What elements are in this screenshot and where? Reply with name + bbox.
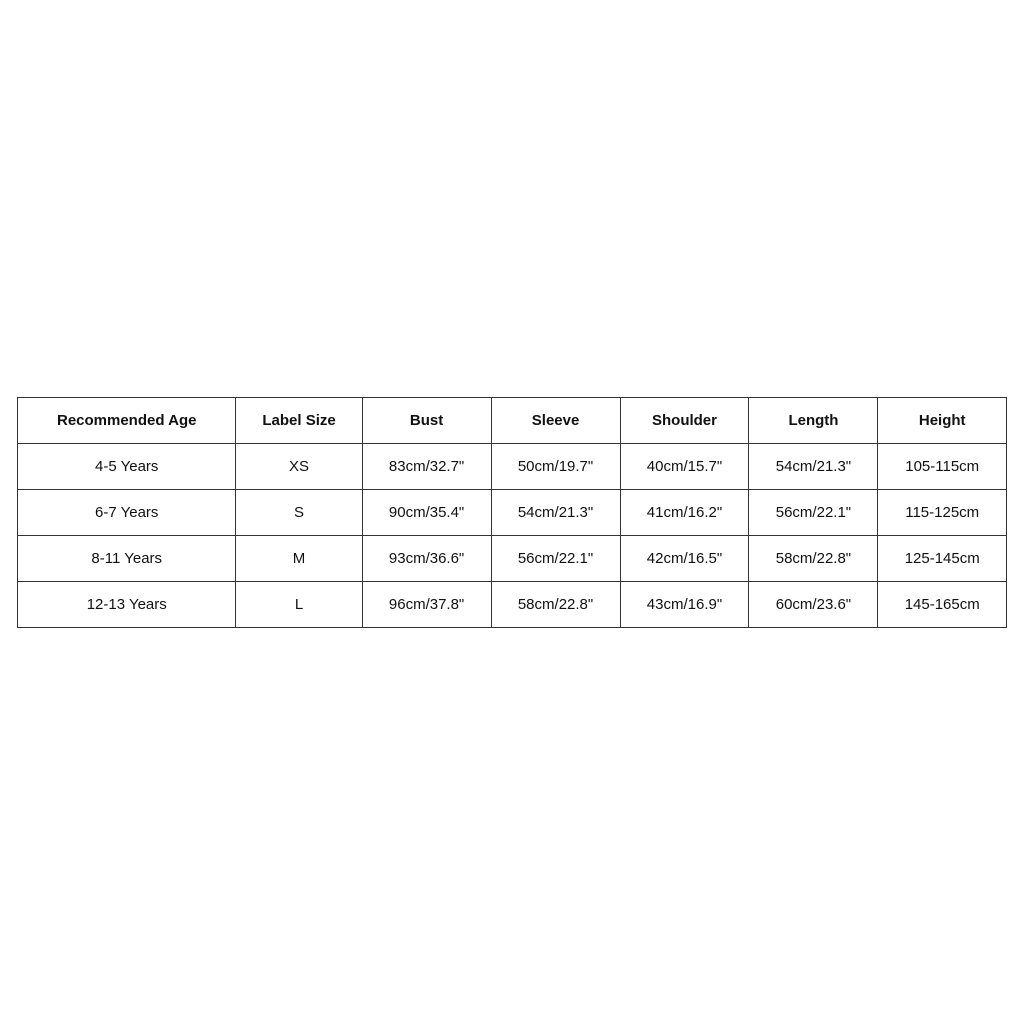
cell-age: 6-7 Years <box>18 489 236 535</box>
cell-label-size: L <box>236 581 362 627</box>
cell-shoulder: 42cm/16.5" <box>620 535 749 581</box>
cell-shoulder: 43cm/16.9" <box>620 581 749 627</box>
cell-sleeve: 50cm/19.7" <box>491 443 620 489</box>
cell-length: 60cm/23.6" <box>749 581 878 627</box>
cell-bust: 90cm/35.4" <box>362 489 491 535</box>
table-row: 8-11 YearsM93cm/36.6"56cm/22.1"42cm/16.5… <box>18 535 1007 581</box>
cell-bust: 93cm/36.6" <box>362 535 491 581</box>
header-height: Height <box>878 397 1007 443</box>
cell-age: 12-13 Years <box>18 581 236 627</box>
cell-sleeve: 56cm/22.1" <box>491 535 620 581</box>
size-chart-table: Recommended Age Label Size Bust Sleeve S… <box>17 397 1007 628</box>
size-chart-container: Recommended Age Label Size Bust Sleeve S… <box>17 397 1007 628</box>
header-sleeve: Sleeve <box>491 397 620 443</box>
cell-shoulder: 41cm/16.2" <box>620 489 749 535</box>
header-recommended-age: Recommended Age <box>18 397 236 443</box>
cell-shoulder: 40cm/15.7" <box>620 443 749 489</box>
cell-label-size: XS <box>236 443 362 489</box>
table-header-row: Recommended Age Label Size Bust Sleeve S… <box>18 397 1007 443</box>
cell-age: 4-5 Years <box>18 443 236 489</box>
header-bust: Bust <box>362 397 491 443</box>
cell-length: 54cm/21.3" <box>749 443 878 489</box>
cell-sleeve: 54cm/21.3" <box>491 489 620 535</box>
cell-bust: 83cm/32.7" <box>362 443 491 489</box>
table-row: 6-7 YearsS90cm/35.4"54cm/21.3"41cm/16.2"… <box>18 489 1007 535</box>
cell-length: 56cm/22.1" <box>749 489 878 535</box>
header-shoulder: Shoulder <box>620 397 749 443</box>
header-length: Length <box>749 397 878 443</box>
cell-height: 115-125cm <box>878 489 1007 535</box>
cell-label-size: M <box>236 535 362 581</box>
cell-length: 58cm/22.8" <box>749 535 878 581</box>
table-row: 4-5 YearsXS83cm/32.7"50cm/19.7"40cm/15.7… <box>18 443 1007 489</box>
cell-height: 145-165cm <box>878 581 1007 627</box>
table-row: 12-13 YearsL96cm/37.8"58cm/22.8"43cm/16.… <box>18 581 1007 627</box>
cell-height: 105-115cm <box>878 443 1007 489</box>
cell-height: 125-145cm <box>878 535 1007 581</box>
header-label-size: Label Size <box>236 397 362 443</box>
cell-label-size: S <box>236 489 362 535</box>
cell-bust: 96cm/37.8" <box>362 581 491 627</box>
cell-sleeve: 58cm/22.8" <box>491 581 620 627</box>
cell-age: 8-11 Years <box>18 535 236 581</box>
